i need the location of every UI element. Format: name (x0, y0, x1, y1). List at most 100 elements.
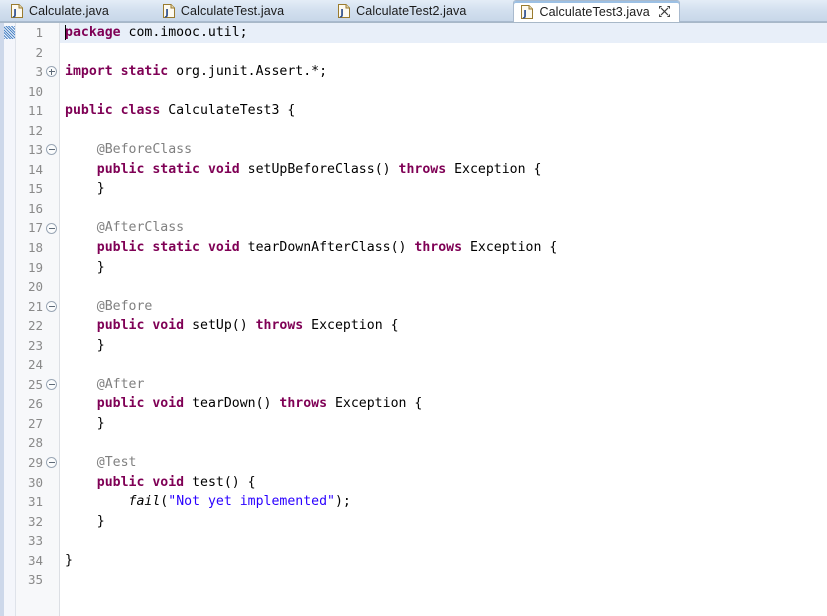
code-line[interactable]: public class CalculateTest3 { (60, 101, 827, 121)
line-number: 25 (27, 376, 43, 392)
code-line[interactable]: @AfterClass (60, 218, 827, 238)
line-number: 20 (27, 279, 43, 295)
line-number: 13 (27, 142, 43, 158)
code-token-kw: public (96, 240, 145, 256)
code-line[interactable]: } (60, 179, 827, 199)
line-number: 34 (27, 552, 43, 568)
code-token-plain: setUp() (184, 318, 256, 334)
folding-ruler[interactable] (45, 23, 60, 616)
fold-toggle-collapse-line-25[interactable] (46, 378, 57, 390)
svg-text:J: J (164, 9, 168, 19)
code-line[interactable] (60, 277, 827, 297)
code-token-kw: public (96, 161, 145, 177)
code-token-ann: @Before (65, 298, 153, 314)
code-token-plain: Exception { (303, 318, 399, 334)
code-line[interactable]: package com.imooc.util; (60, 23, 827, 43)
code-line[interactable]: import static org.junit.Assert.*; (60, 62, 827, 82)
fold-toggle-collapse-line-13[interactable] (46, 144, 57, 156)
line-number: 22 (27, 318, 43, 334)
code-line[interactable]: } (60, 414, 827, 434)
code-token-kw: void (152, 396, 185, 412)
code-token-kw: public (96, 318, 145, 334)
line-number: 11 (27, 103, 43, 119)
line-number: 23 (27, 337, 43, 353)
line-number: 18 (27, 240, 43, 256)
editor-tab-calculatetest2-java[interactable]: J CalculateTest2.java (331, 0, 475, 22)
code-line[interactable]: } (60, 336, 827, 356)
code-line[interactable] (60, 355, 827, 375)
code-token-kw: static (152, 161, 200, 177)
code-line[interactable]: fail("Not yet implemented"); (60, 492, 827, 512)
code-area[interactable]: package com.imooc.util; import static org… (60, 23, 827, 616)
editor-tab-calculatetest-java[interactable]: J CalculateTest.java (156, 0, 293, 22)
code-line[interactable]: } (60, 551, 827, 571)
fold-toggle-collapse-line-21[interactable] (46, 300, 57, 312)
close-icon[interactable] (658, 6, 670, 17)
svg-text:J: J (12, 9, 16, 19)
editor-tab-calculatetest3-java[interactable]: J CalculateTest3.java (513, 0, 680, 22)
tab-label: CalculateTest2.java (356, 4, 467, 18)
line-number: 2 (35, 44, 43, 60)
code-line[interactable]: } (60, 512, 827, 532)
code-line[interactable]: public void tearDown() throws Exception … (60, 394, 827, 414)
editor-tab-calculate-java[interactable]: J Calculate.java (4, 0, 118, 22)
code-line[interactable]: public void setUp() throws Exception { (60, 316, 827, 336)
code-token-plain: tearDown() (184, 396, 280, 412)
line-number: 16 (27, 200, 43, 216)
code-token-kw: throws (398, 161, 447, 177)
code-token-kw: void (207, 240, 240, 256)
code-token-kw: static (152, 240, 200, 256)
line-number: 35 (27, 572, 43, 588)
code-token-plain: } (65, 337, 105, 353)
line-number: 32 (27, 513, 43, 529)
code-token-str: "Not yet implemented" (168, 494, 335, 510)
code-token-plain: } (65, 513, 105, 529)
fold-toggle-expand-line-3[interactable] (46, 66, 57, 78)
code-token-kw: throws (255, 318, 304, 334)
java-editor: 1 2 3 10 11 12 13 14 15 16 17 18 19 20 21 22 23 24 25 26 27 2… (0, 23, 827, 616)
code-token-ann: @After (65, 376, 145, 392)
line-number: 24 (27, 357, 43, 373)
code-line[interactable] (60, 121, 827, 141)
text-caret (65, 25, 66, 40)
svg-text:J: J (339, 9, 343, 19)
code-token-plain: test() { (184, 474, 256, 490)
code-line[interactable] (60, 531, 827, 551)
code-token-plain: Exception { (462, 240, 558, 256)
line-number: 31 (27, 494, 43, 510)
code-line[interactable] (60, 199, 827, 219)
line-number: 30 (27, 474, 43, 490)
code-line[interactable] (60, 43, 827, 63)
code-line[interactable]: @After (60, 375, 827, 395)
code-line[interactable] (60, 82, 827, 102)
code-token-plain: } (65, 415, 105, 431)
code-token-ann: @Test (65, 455, 137, 471)
code-token-plain: setUpBeforeClass() (239, 161, 399, 177)
occurrence-marker-icon[interactable] (4, 26, 15, 39)
code-line[interactable] (60, 433, 827, 453)
annotation-ruler[interactable] (0, 23, 16, 616)
line-number: 3 (35, 64, 43, 80)
code-token-plain: com.imooc.util; (120, 25, 248, 40)
code-line[interactable]: public static void setUpBeforeClass() th… (60, 160, 827, 180)
line-number: 1 (35, 25, 43, 40)
line-number: 28 (27, 435, 43, 451)
code-token-plain: ); (334, 494, 351, 510)
code-line[interactable]: @Test (60, 453, 827, 473)
code-line[interactable]: } (60, 258, 827, 278)
code-line[interactable]: public void test() { (60, 473, 827, 493)
fold-toggle-collapse-line-29[interactable] (46, 457, 57, 469)
fold-toggle-collapse-line-17[interactable] (46, 222, 57, 234)
code-line[interactable]: public static void tearDownAfterClass() … (60, 238, 827, 258)
code-line[interactable]: @BeforeClass (60, 140, 827, 160)
line-number: 14 (27, 161, 43, 177)
code-line[interactable] (60, 570, 827, 590)
code-token-plain: } (65, 552, 73, 568)
code-line[interactable]: @Before (60, 297, 827, 317)
java-file-icon: J (521, 4, 534, 19)
